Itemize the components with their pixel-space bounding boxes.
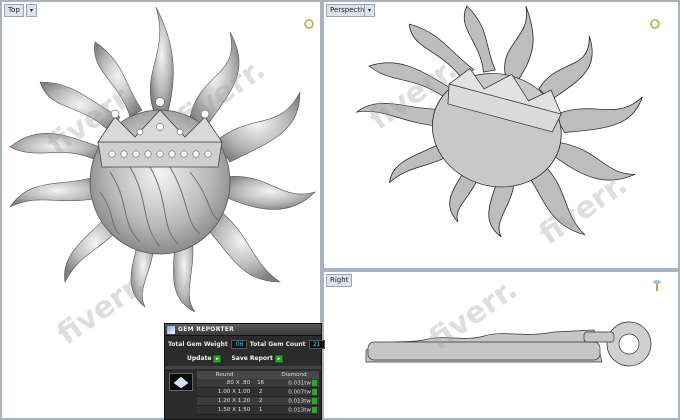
gem-size: 1.20 X 1.20 [197,396,253,406]
play-icon[interactable] [312,388,317,395]
update-button[interactable]: Update ▸ [187,354,222,363]
table-row[interactable]: .80 X .80 16 0.031tw [197,379,319,388]
total-gem-count-value: 21 [308,340,325,349]
play-icon[interactable] [312,406,317,413]
column-header-diamond: Diamond [269,371,319,379]
gem-table: Round Diamond .80 X .80 16 0.031tw 1.00 … [197,371,319,415]
table-row[interactable]: 1.00 X 1.00 2 0.007tw [197,387,319,397]
table-row[interactable]: 1.50 X 1.50 1 0.013tw [197,405,319,415]
gem-weight: 0.013tw [269,396,319,406]
save-report-button-label: Save Report [231,355,273,362]
play-icon[interactable] [312,379,317,386]
save-report-button[interactable]: Save Report ▸ [231,354,283,363]
play-icon: ▸ [213,354,222,363]
update-button-label: Update [187,355,212,362]
gem-size: 1.50 X 1.50 [197,405,253,415]
table-row[interactable]: 1.20 X 1.20 2 0.013tw [197,396,319,406]
total-gem-weight-label: Total Gem Weight [168,341,228,348]
gem-reporter-title: GEM REPORTER [178,326,235,333]
sun-pendant-side-render [365,321,652,367]
gem-count: 1 [252,405,270,415]
gem-reporter-header[interactable]: GEM REPORTER [165,324,321,336]
gem-count: 2 [252,387,270,397]
sun-pendant-perspective-render [355,5,643,238]
play-icon[interactable] [312,397,317,404]
gem-thumbnail [169,373,193,391]
column-header-round: Round [197,371,253,379]
gem-reporter-panel: GEM REPORTER Total Gem Weight .06 Total … [164,323,325,420]
viewport-right[interactable]: Right fiverr. [324,272,678,418]
column-header-count [252,371,270,379]
total-gem-count-label: Total Gem Count [249,341,306,348]
gem-size: 1.00 X 1.00 [197,387,253,397]
play-icon: ▸ [274,354,283,363]
gem-weight: 0.031tw [269,379,319,388]
total-gem-weight-value: .06 [230,340,247,349]
viewport-perspective[interactable]: Perspective ▾ fiverr. fiverr. [324,2,678,268]
gem-weight: 0.007tw [269,387,319,397]
gem-size: .80 X .80 [197,379,253,388]
gem-reporter-logo-icon [167,325,175,334]
panel-divider [165,366,321,369]
gem-count: 2 [252,396,270,406]
gem-weight: 0.013tw [269,405,319,415]
gem-count: 16 [252,379,270,388]
